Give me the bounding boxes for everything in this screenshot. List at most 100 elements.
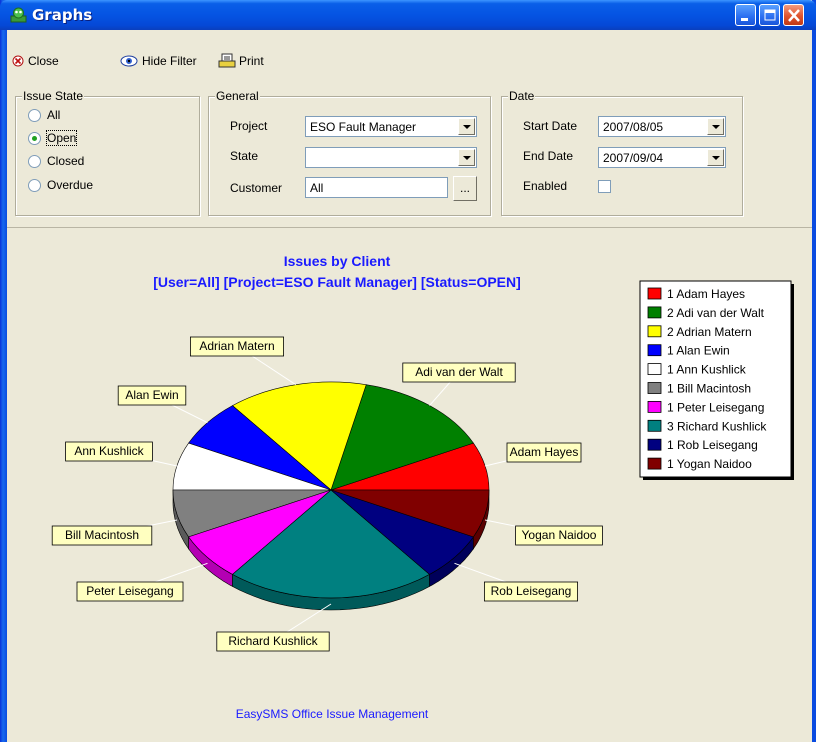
legend-item: 1 Yogan Naidoo <box>667 457 752 471</box>
enabled-checkbox[interactable] <box>598 180 611 193</box>
window-frame-right <box>812 0 816 742</box>
general-group: General Project ESO Fault Manager State … <box>208 89 491 216</box>
slice-label: Bill Macintosh <box>65 528 139 542</box>
legend-swatch <box>647 325 662 338</box>
legend-item: 1 Peter Leisegang <box>667 400 764 414</box>
maximize-icon <box>764 9 776 21</box>
legend-item: 1 Adam Hayes <box>667 287 745 301</box>
window-frame-left <box>0 0 7 742</box>
end-date-label: End Date <box>523 149 574 163</box>
graphs-window: Graphs Close Hide Filter Print Issue Sta… <box>0 0 816 742</box>
date-title: Date <box>508 89 536 103</box>
maximize-button[interactable] <box>759 4 780 26</box>
radio-all[interactable]: All <box>28 107 60 123</box>
print-icon <box>218 53 236 68</box>
slice-label: Adrian Matern <box>199 339 274 353</box>
close-button-label: Close <box>28 54 59 68</box>
window-title: Graphs <box>32 6 93 24</box>
radio-closed-label: Closed <box>47 154 85 168</box>
filter-icon <box>120 55 138 67</box>
legend-swatch <box>647 306 662 319</box>
date-group: Date Start Date 2007/08/05 End Date 2007… <box>501 89 743 216</box>
slice-label: Richard Kushlick <box>228 634 318 648</box>
start-date-picker[interactable]: 2007/08/05 <box>598 116 726 137</box>
state-select[interactable] <box>305 147 477 168</box>
slice-label: Rob Leisegang <box>491 584 572 598</box>
minimize-button[interactable] <box>735 4 756 26</box>
radio-all-label: All <box>47 108 61 122</box>
customer-field[interactable]: All <box>305 177 448 198</box>
legend-item: 1 Ann Kushlick <box>667 363 747 377</box>
close-button[interactable]: Close <box>11 52 59 70</box>
legend-item: 1 Rob Leisegang <box>667 438 758 452</box>
radio-closed[interactable]: Closed <box>28 153 84 169</box>
pie-chart: Adam Hayes Adi van der Walt Adrian Matern A… <box>51 280 794 652</box>
title-bar[interactable]: Graphs <box>0 0 816 30</box>
legend-item: 1 Bill Macintosh <box>667 382 751 396</box>
legend-swatch <box>647 363 662 376</box>
slice-label: Yogan Naidoo <box>522 528 597 542</box>
start-date-label: Start Date <box>523 119 578 133</box>
project-label: Project <box>230 119 268 133</box>
graphs-app-icon <box>10 7 27 23</box>
legend-swatch <box>647 400 662 413</box>
slice-label: Adi van der Walt <box>415 365 503 379</box>
close-window-button[interactable] <box>783 4 804 26</box>
legend-swatch <box>647 419 662 432</box>
radio-all-button[interactable] <box>28 108 41 122</box>
legend-swatch <box>647 344 662 357</box>
chart-panel: Issues by Client [User=All] [Project=ESO… <box>7 229 812 742</box>
chart-legend: 1 Adam Hayes 2 Adi van der Walt 2 Adrian M… <box>639 280 794 480</box>
chevron-down-icon <box>463 125 471 129</box>
issue-state-group: Issue State All Open Closed Overdue <box>15 89 200 216</box>
chevron-down-icon <box>712 125 720 129</box>
radio-open-label: Open <box>45 130 78 146</box>
toolbar: Close Hide Filter Print <box>7 30 812 82</box>
legend-swatch <box>647 287 662 300</box>
radio-overdue-label: Overdue <box>47 178 94 192</box>
chevron-down-icon <box>463 156 471 160</box>
radio-closed-button[interactable] <box>28 154 41 168</box>
close-icon <box>12 55 24 67</box>
legend-item: 1 Alan Ewin <box>667 344 730 358</box>
customer-label: Customer <box>230 181 283 195</box>
project-value: ESO Fault Manager <box>310 120 417 134</box>
start-date-dropdown-button[interactable] <box>707 118 724 135</box>
radio-overdue-button[interactable] <box>28 178 41 192</box>
state-label: State <box>230 149 259 163</box>
issue-state-title: Issue State <box>22 89 85 103</box>
close-x-icon <box>788 9 800 22</box>
end-date-picker[interactable]: 2007/09/04 <box>598 147 726 168</box>
state-dropdown-button[interactable] <box>458 149 475 166</box>
general-title: General <box>215 89 260 103</box>
slice-label: Peter Leisegang <box>86 584 173 598</box>
legend-item: 2 Adrian Matern <box>667 325 752 339</box>
project-select[interactable]: ESO Fault Manager <box>305 116 477 137</box>
print-label: Print <box>239 54 264 68</box>
filter-panel: Issue State All Open Closed Overdue Gene… <box>7 82 812 228</box>
legend-swatch <box>647 438 662 451</box>
radio-overdue[interactable]: Overdue <box>28 177 93 193</box>
radio-open[interactable]: Open <box>28 130 78 146</box>
end-date-dropdown-button[interactable] <box>707 149 724 166</box>
customer-browse-button[interactable]: ... <box>453 176 477 201</box>
project-dropdown-button[interactable] <box>458 118 475 135</box>
end-date-value: 2007/09/04 <box>603 151 664 165</box>
pie-slices <box>172 381 490 599</box>
slice-label: Alan Ewin <box>125 388 178 402</box>
customer-value: All <box>310 181 324 195</box>
slice-label: Ann Kushlick <box>74 444 144 458</box>
hide-filter-label: Hide Filter <box>142 54 197 68</box>
start-date-value: 2007/08/05 <box>603 120 664 134</box>
legend-swatch <box>647 457 662 470</box>
legend-item: 3 Richard Kushlick <box>667 419 767 433</box>
hide-filter-button[interactable]: Hide Filter <box>119 52 197 70</box>
enabled-label: Enabled <box>523 179 568 193</box>
minimize-icon <box>741 18 748 21</box>
chart-footer: EasySMS Office Issue Management <box>235 707 429 721</box>
chevron-down-icon <box>712 156 720 160</box>
radio-open-button[interactable] <box>28 131 41 145</box>
slice-label: Adam Hayes <box>510 445 579 459</box>
legend-item: 2 Adi van der Walt <box>667 306 765 320</box>
print-button[interactable]: Print <box>218 52 264 70</box>
